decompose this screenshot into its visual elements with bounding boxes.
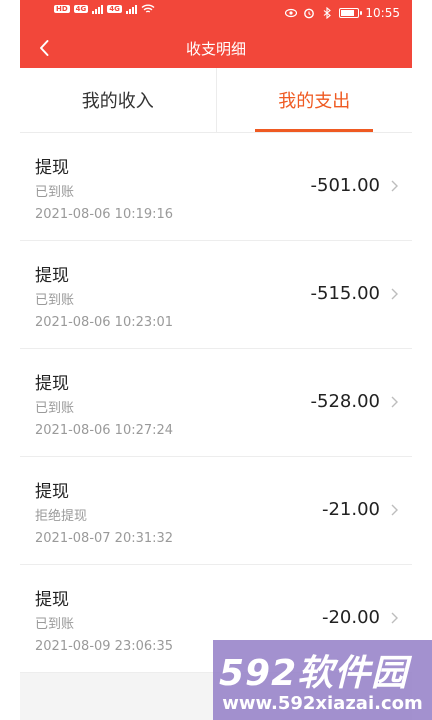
transaction-type: 提现 [35, 482, 69, 502]
transaction-status: 拒绝提现 [35, 509, 88, 524]
app-screen: HD 4G 4G 10:55 收支明细 我的收入 我的支出 提现 已到账 202… [20, 0, 412, 720]
list-item[interactable]: 提现 拒绝提现 2021-08-07 20:31:32 -21.00 [20, 457, 412, 565]
status-bar: HD 4G 4G 10:55 [20, 0, 412, 28]
eye-icon [285, 8, 298, 18]
hd-badge: HD [54, 5, 70, 13]
chevron-right-icon [391, 504, 398, 516]
transaction-time: 2021-08-06 10:23:01 [35, 315, 174, 330]
transaction-time: 2021-08-09 23:06:35 [35, 639, 174, 654]
transaction-status: 已到账 [35, 617, 75, 632]
page-title: 收支明细 [185, 40, 246, 58]
tab-income[interactable]: 我的收入 [20, 68, 216, 132]
tab-label: 我的支出 [278, 91, 351, 112]
signal-icon [125, 4, 137, 14]
bluetooth-icon [324, 7, 332, 19]
transaction-amount: -515.00 [310, 283, 380, 304]
transaction-amount: -21.00 [321, 499, 380, 520]
transaction-amount: -20.00 [321, 607, 380, 628]
tab-bar: 我的收入 我的支出 [20, 68, 412, 133]
header-bar: 收支明细 [20, 28, 412, 68]
chevron-right-icon [391, 180, 398, 192]
transaction-list: 提现 已到账 2021-08-06 10:19:16 -501.00 提现 已到… [20, 133, 412, 673]
transaction-time: 2021-08-07 20:31:32 [35, 531, 174, 546]
transaction-amount: -501.00 [310, 175, 380, 196]
transaction-status: 已到账 [35, 401, 75, 416]
transaction-type: 提现 [35, 158, 69, 178]
site-watermark: 592软件园 www.592xiazai.com [213, 640, 432, 720]
watermark-logo: 592软件园 [219, 653, 409, 694]
transaction-type: 提现 [35, 374, 69, 394]
signal-icon [92, 4, 104, 14]
status-time: 10:55 [365, 6, 400, 20]
chevron-right-icon [391, 288, 398, 300]
chevron-right-icon [391, 396, 398, 408]
status-left: HD 4G 4G [54, 4, 155, 14]
status-right: 10:55 [285, 6, 400, 20]
transaction-status: 已到账 [35, 293, 75, 308]
chevron-right-icon [391, 612, 398, 624]
transaction-amount: -528.00 [310, 391, 380, 412]
transaction-type: 提现 [35, 266, 69, 286]
wifi-icon [141, 4, 155, 13]
transaction-status: 已到账 [35, 185, 75, 200]
hd-badge: 4G [73, 5, 89, 13]
tab-label: 我的收入 [81, 91, 154, 112]
watermark-url: www.592xiazai.com [222, 693, 423, 714]
list-item[interactable]: 提现 已到账 2021-08-06 10:27:24 -528.00 [20, 349, 412, 457]
transaction-type: 提现 [35, 590, 69, 610]
transaction-time: 2021-08-06 10:19:16 [35, 207, 174, 222]
battery-icon [339, 8, 363, 18]
network-badge: 4G [107, 5, 122, 13]
alarm-icon [304, 8, 315, 19]
transaction-time: 2021-08-06 10:27:24 [35, 423, 174, 438]
tab-expense[interactable]: 我的支出 [215, 68, 413, 132]
active-tab-indicator [255, 129, 374, 132]
list-item[interactable]: 提现 已到账 2021-08-06 10:19:16 -501.00 [20, 133, 412, 241]
list-item[interactable]: 提现 已到账 2021-08-06 10:23:01 -515.00 [20, 241, 412, 349]
